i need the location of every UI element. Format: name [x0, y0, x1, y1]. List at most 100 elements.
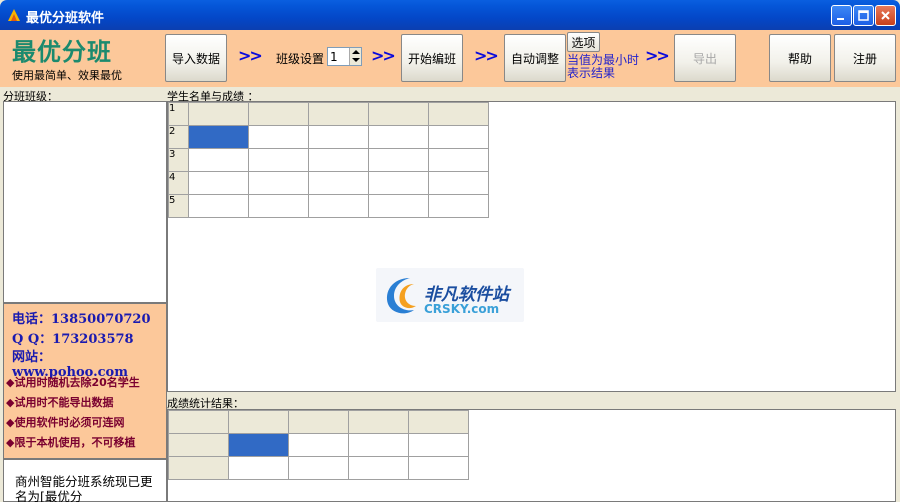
table-row: 5	[168, 194, 489, 218]
auto-adjust-button[interactable]: 自动调整	[504, 34, 566, 82]
grid-cell[interactable]	[348, 456, 409, 480]
stats-label: 成绩统计结果：	[167, 395, 467, 410]
register-button[interactable]: 注册	[834, 34, 896, 82]
column-header[interactable]	[408, 410, 469, 434]
stepper-up-button[interactable]	[350, 48, 361, 56]
chevron-up-icon	[352, 50, 360, 54]
grid-cell[interactable]	[428, 125, 489, 149]
column-header[interactable]	[428, 102, 489, 126]
grid-cell[interactable]	[188, 171, 249, 195]
grid-cell[interactable]	[428, 171, 489, 195]
stats-table[interactable]	[168, 410, 469, 480]
table-row	[168, 456, 469, 480]
hint-text: 当值为最小时表示结果	[567, 53, 640, 80]
students-label: 学生名单与成绩 ：	[167, 88, 467, 103]
window-title: 最优分班软件	[26, 11, 105, 26]
close-icon	[881, 11, 890, 20]
minimize-button[interactable]	[831, 5, 852, 26]
options-button[interactable]: 选项	[567, 32, 600, 52]
class-list-label: 分班班级：	[3, 88, 163, 103]
grid-cell[interactable]	[368, 194, 429, 218]
table-row	[168, 433, 469, 457]
row-number: 1	[168, 102, 189, 126]
notice-item: ◆试用时不能导出数据	[6, 396, 114, 409]
watermark-logo-icon	[386, 278, 416, 314]
minimize-icon	[837, 18, 844, 20]
grid-cell[interactable]	[248, 194, 309, 218]
column-header[interactable]	[248, 102, 309, 126]
grid-cell[interactable]	[348, 433, 409, 457]
watermark-en: CRSKY.com	[424, 302, 500, 316]
grid-cell[interactable]	[248, 125, 309, 149]
grid-cell[interactable]	[408, 456, 469, 480]
table-row	[168, 410, 469, 434]
student-grid[interactable]: 1 2 3 4 5	[167, 101, 896, 392]
maximize-icon	[858, 10, 869, 21]
column-header[interactable]	[288, 410, 349, 434]
chevron-down-icon	[352, 58, 360, 62]
table-row: 4	[168, 171, 489, 195]
stats-grid[interactable]	[167, 409, 896, 502]
column-header[interactable]	[368, 102, 429, 126]
grid-cell[interactable]	[428, 194, 489, 218]
grid-cell[interactable]	[428, 148, 489, 172]
row-number: 4	[168, 171, 189, 195]
maximize-button[interactable]	[853, 5, 874, 26]
grid-cell[interactable]	[248, 171, 309, 195]
arrow-icon: >>	[645, 46, 670, 65]
row-header	[168, 456, 229, 480]
table-row: 1	[168, 102, 489, 126]
close-button[interactable]	[875, 5, 896, 26]
table-row: 2	[168, 125, 489, 149]
grid-cell[interactable]	[368, 171, 429, 195]
grid-cell[interactable]	[308, 148, 369, 172]
phone-text: 电话：13850070720	[12, 312, 151, 327]
class-count-value[interactable]: 1	[330, 50, 338, 64]
arrow-icon: >>	[474, 46, 499, 65]
brand-title: 最优分班	[12, 38, 112, 66]
grid-cell[interactable]	[228, 433, 289, 457]
class-list[interactable]	[3, 101, 167, 303]
export-button[interactable]: 导出	[674, 34, 736, 82]
student-table[interactable]: 1 2 3 4 5	[168, 102, 489, 218]
import-data-button[interactable]: 导入数据	[165, 34, 227, 82]
title-bar: 最优分班软件	[0, 0, 900, 30]
grid-cell[interactable]	[308, 125, 369, 149]
class-setting-label: 班级设置	[276, 52, 325, 66]
grid-cell[interactable]	[368, 148, 429, 172]
start-grouping-button[interactable]: 开始编班	[401, 34, 463, 82]
grid-cell[interactable]	[368, 125, 429, 149]
row-header	[168, 410, 229, 434]
grid-cell[interactable]	[308, 194, 369, 218]
grid-cell[interactable]	[188, 148, 249, 172]
info-panel: 电话：13850070720 Q Q：173203578 网站：www.poho…	[3, 303, 167, 459]
stepper-down-button[interactable]	[350, 56, 361, 64]
row-number: 3	[168, 148, 189, 172]
memo-box[interactable]: 商州智能分班系统现已更名为[最优分	[3, 459, 167, 502]
row-number: 2	[168, 125, 189, 149]
grid-cell[interactable]	[288, 433, 349, 457]
grid-cell[interactable]	[188, 194, 249, 218]
column-header[interactable]	[308, 102, 369, 126]
app-icon	[8, 9, 20, 21]
row-header	[168, 433, 229, 457]
grid-cell[interactable]	[228, 456, 289, 480]
arrow-icon: >>	[371, 46, 396, 65]
notice-item: ◆限于本机使用，不可移植	[6, 436, 136, 449]
toolbar: 最优分班 使用最简单、效果最优 导入数据 >> 班级设置 1 >> 开始编班 >…	[0, 30, 900, 87]
grid-cell[interactable]	[248, 148, 309, 172]
grid-cell[interactable]	[408, 433, 469, 457]
column-header[interactable]	[228, 410, 289, 434]
column-header[interactable]	[188, 102, 249, 126]
grid-cell[interactable]	[308, 171, 369, 195]
grid-cell[interactable]	[188, 125, 249, 149]
grid-cell[interactable]	[288, 456, 349, 480]
column-header[interactable]	[348, 410, 409, 434]
class-count-stepper[interactable]: 1	[327, 47, 362, 66]
table-row: 3	[168, 148, 489, 172]
watermark: 非凡软件站 CRSKY.com	[376, 268, 524, 322]
row-number: 5	[168, 194, 189, 218]
help-button[interactable]: 帮助	[769, 34, 831, 82]
qq-text: Q Q：173203578	[12, 332, 134, 347]
notice-item: ◆使用软件时必须可连网	[6, 416, 125, 429]
